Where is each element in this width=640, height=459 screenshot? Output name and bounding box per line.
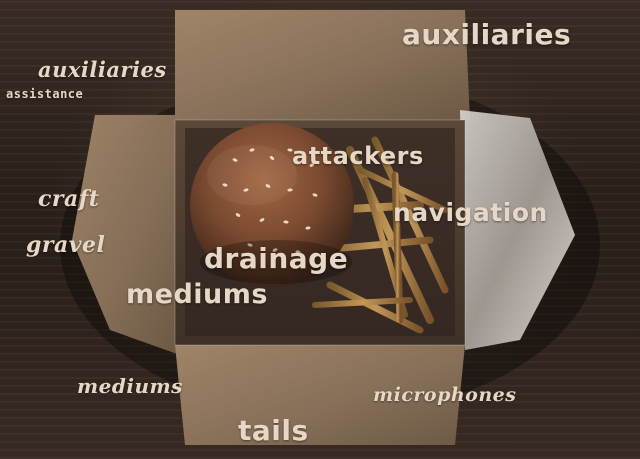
overlay-word-auxiliaries-left: auxiliaries [38, 57, 167, 82]
overlay-word-microphones: microphones [373, 384, 517, 406]
overlay-word-craft: craft [38, 186, 100, 212]
overlay-word-mediums-bottom-left: mediums [77, 374, 183, 398]
overlay-word-assistance: assistance [6, 87, 84, 101]
overlay-word-navigation: navigation [393, 198, 548, 227]
overlay-word-tails: tails [238, 414, 309, 447]
overlay-word-gravel: gravel [26, 232, 106, 258]
overlay-word-mediums-center: mediums [126, 279, 268, 310]
overlay-word-auxiliaries-top-right: auxiliaries [402, 18, 572, 51]
photo-scene: auxiliaries auxiliaries assistance attac… [0, 0, 640, 459]
overlay-word-attackers: attackers [292, 142, 424, 170]
overlay-word-drainage: drainage [204, 242, 349, 275]
